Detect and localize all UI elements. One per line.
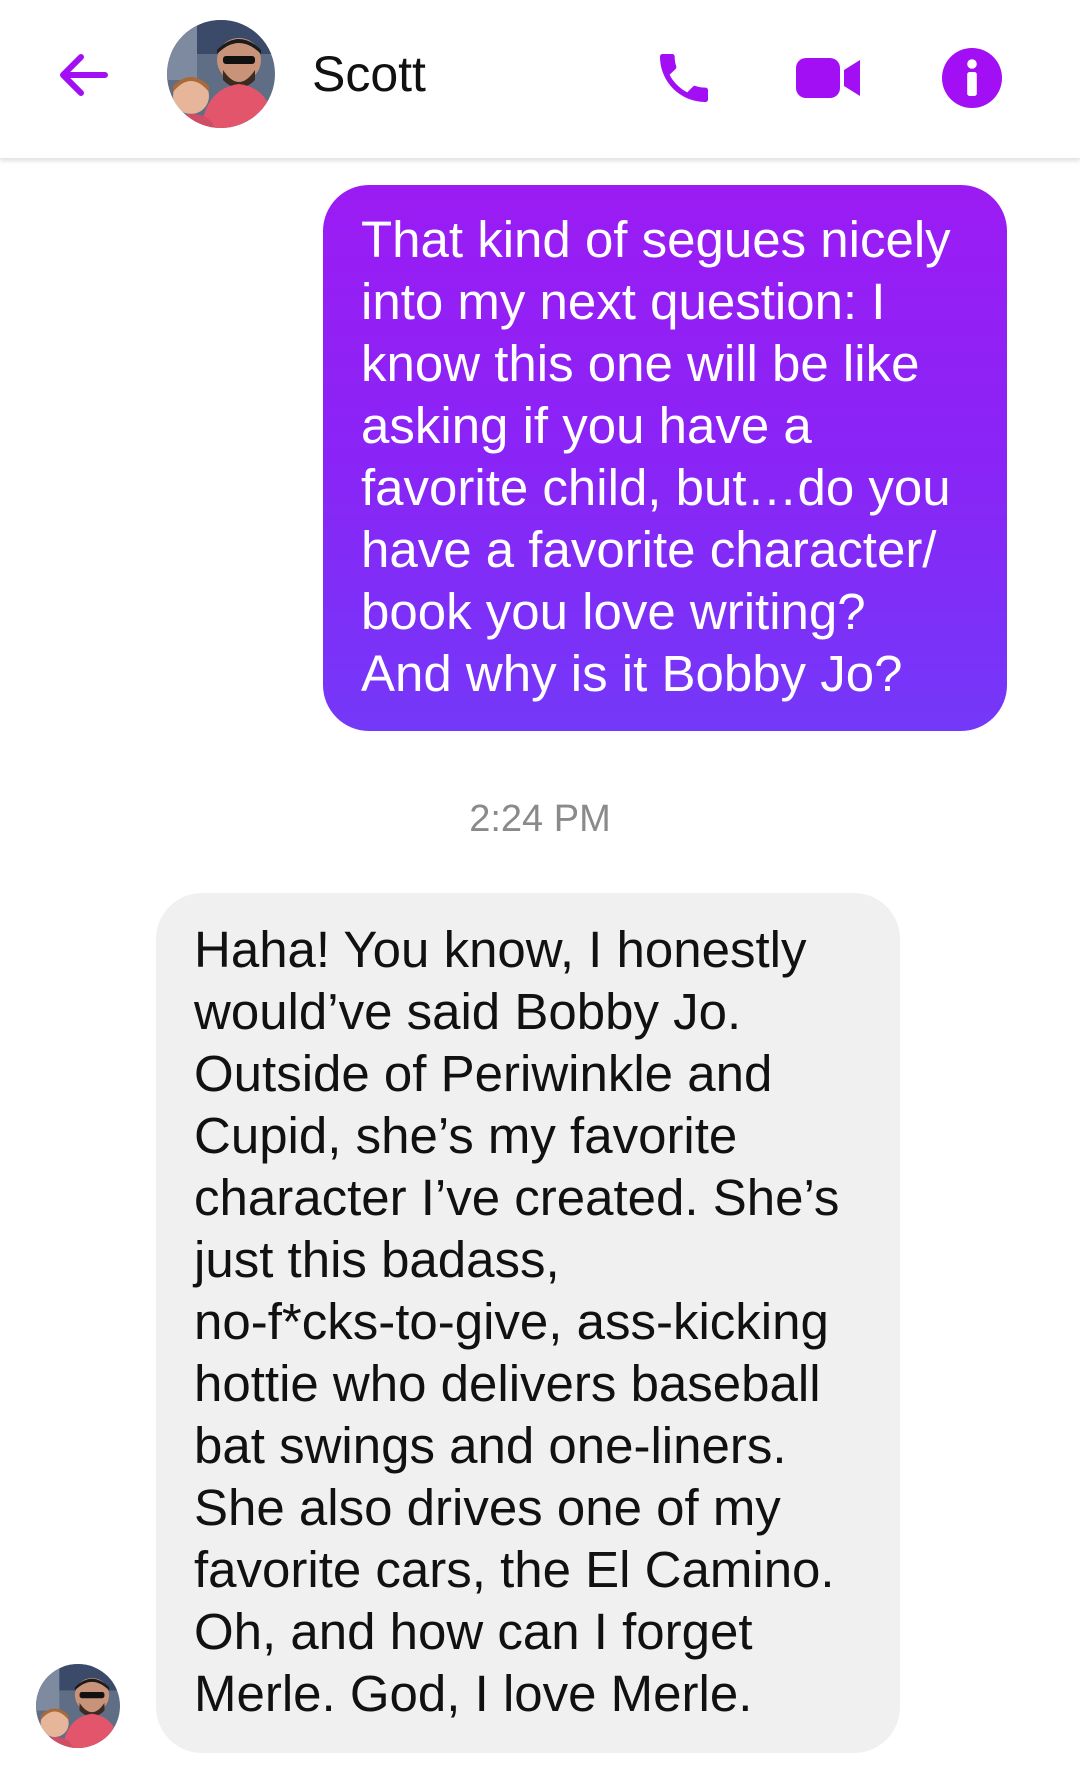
conversation-info-button[interactable] [932,38,1012,118]
arrow-left-icon [60,54,108,96]
message-timestamp: 2:24 PM [469,798,611,840]
sender-avatar[interactable] [36,1664,120,1748]
info-icon [942,48,1002,108]
contact-avatar[interactable] [167,20,275,128]
phone-icon [660,54,708,102]
received-message-bubble[interactable]: Haha! You know, I honestly would’ve said… [156,893,900,1753]
video-call-button[interactable] [788,38,868,118]
audio-call-button[interactable] [644,38,724,118]
back-button[interactable] [48,40,118,110]
contact-name[interactable]: Scott [312,44,426,104]
chat-header: Scott [0,0,1080,159]
messenger-chat-screen: Scott That kind of segues nicely into my… [0,0,1080,1768]
video-camera-icon [796,58,860,98]
sent-message-bubble[interactable]: That kind of segues nicely into my next … [323,185,1007,731]
